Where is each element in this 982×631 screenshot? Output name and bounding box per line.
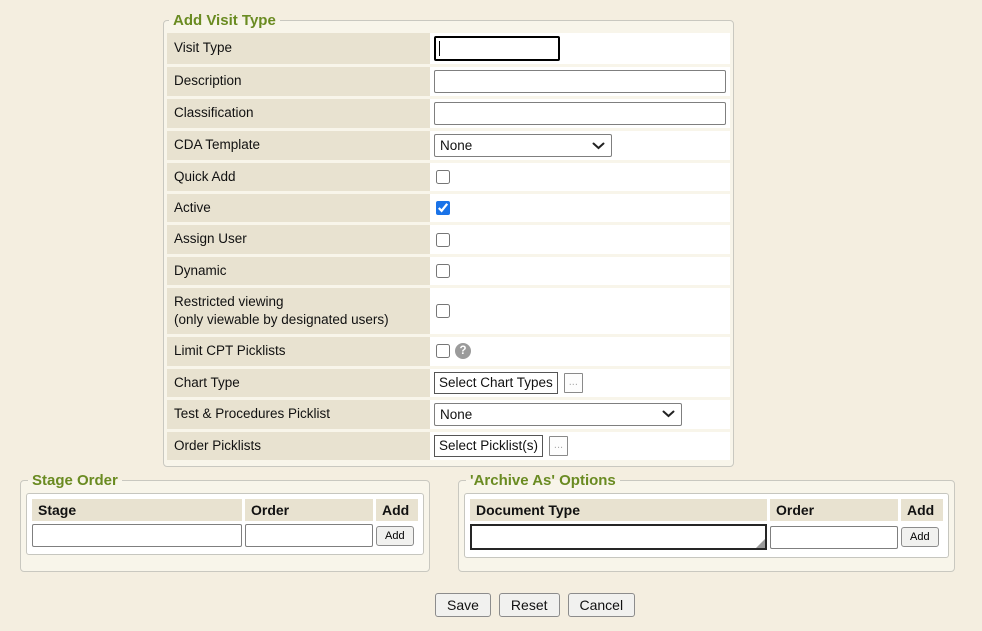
test-procedures-selected-value: None (440, 407, 472, 422)
description-cell (430, 67, 730, 96)
restricted-viewing-checkbox[interactable] (436, 304, 450, 318)
quick-add-cell (430, 163, 730, 191)
limit-cpt-label: Limit CPT Picklists (167, 337, 430, 365)
quick-add-label: Quick Add (167, 163, 430, 191)
restricted-viewing-label-line2: (only viewable by designated users) (174, 311, 426, 329)
chevron-down-icon (662, 410, 675, 418)
archive-order-input[interactable] (770, 526, 898, 549)
archive-add-button[interactable]: Add (901, 527, 939, 547)
row-description: Description (167, 67, 730, 96)
cda-template-select[interactable]: None (434, 134, 612, 157)
classification-cell (430, 99, 730, 128)
row-cda-template: CDA Template None (167, 131, 730, 160)
stage-input[interactable] (32, 524, 242, 547)
row-chart-type: Chart Type Select Chart Types ... (167, 369, 730, 397)
dynamic-cell (430, 257, 730, 285)
archive-as-input-row: Add (470, 524, 943, 550)
restricted-viewing-label: Restricted viewing (only viewable by des… (167, 288, 430, 334)
active-label: Active (167, 194, 430, 222)
document-type-column-header: Document Type (470, 499, 767, 521)
description-label: Description (167, 67, 430, 96)
test-procedures-select[interactable]: None (434, 403, 682, 426)
dynamic-checkbox[interactable] (436, 264, 450, 278)
cda-template-cell: None (430, 131, 730, 160)
resize-grip-icon (756, 539, 765, 548)
assign-user-label: Assign User (167, 225, 430, 253)
classification-label: Classification (167, 99, 430, 128)
stage-order-legend: Stage Order (28, 472, 122, 489)
row-restricted-viewing: Restricted viewing (only viewable by des… (167, 288, 730, 334)
dynamic-label: Dynamic (167, 257, 430, 285)
row-classification: Classification (167, 99, 730, 128)
add-visit-type-section: Add Visit Type Visit Type Description Cl… (163, 12, 734, 467)
text-caret (439, 41, 440, 56)
chart-type-cell: Select Chart Types ... (430, 369, 730, 397)
archive-as-panel: Document Type Order Add Add (464, 493, 949, 558)
stage-order-input-row: Add (32, 524, 418, 547)
stage-order-header-row: Stage Order Add (32, 499, 418, 521)
row-quick-add: Quick Add (167, 163, 730, 191)
row-dynamic: Dynamic (167, 257, 730, 285)
quick-add-checkbox[interactable] (436, 170, 450, 184)
order-column-header: Order (245, 499, 373, 521)
active-checkbox[interactable] (436, 201, 450, 215)
row-limit-cpt-picklists: Limit CPT Picklists ? (167, 337, 730, 365)
restricted-viewing-cell (430, 288, 730, 334)
page: Add Visit Type Visit Type Description Cl… (0, 0, 982, 631)
limit-cpt-checkbox[interactable] (436, 344, 450, 358)
visit-type-cell (430, 33, 730, 64)
order-picklists-display: Select Picklist(s) (434, 435, 543, 457)
cda-template-label: CDA Template (167, 131, 430, 160)
archive-as-header-row: Document Type Order Add (470, 499, 943, 521)
stage-order-panel: Stage Order Add Add (26, 493, 424, 555)
add-visit-type-legend: Add Visit Type (169, 12, 280, 29)
chart-type-picker-button[interactable]: ... (564, 373, 583, 393)
order-picklists-picker-button[interactable]: ... (549, 436, 568, 456)
cda-template-selected-value: None (440, 138, 472, 153)
visit-type-input[interactable] (434, 36, 560, 61)
restricted-viewing-label-line1: Restricted viewing (174, 293, 426, 311)
form-actions: Save Reset Cancel (435, 593, 635, 617)
row-order-picklists: Order Picklists Select Picklist(s) ... (167, 432, 730, 460)
order-column-header: Order (770, 499, 898, 521)
row-visit-type: Visit Type (167, 33, 730, 64)
classification-input[interactable] (434, 102, 726, 125)
archive-as-legend: 'Archive As' Options (466, 472, 620, 489)
question-mark-icon[interactable]: ? (455, 343, 471, 359)
chevron-down-icon (592, 142, 605, 150)
row-test-procedures-picklist: Test & Procedures Picklist None (167, 400, 730, 429)
active-cell (430, 194, 730, 222)
stage-order-section: Stage Order Stage Order Add Add (20, 472, 430, 572)
order-picklists-label: Order Picklists (167, 432, 430, 460)
add-column-header: Add (376, 499, 418, 521)
row-active: Active (167, 194, 730, 222)
save-button[interactable]: Save (435, 593, 491, 617)
cancel-button[interactable]: Cancel (568, 593, 636, 617)
stage-column-header: Stage (32, 499, 242, 521)
description-input[interactable] (434, 70, 726, 93)
add-column-header: Add (901, 499, 943, 521)
stage-order-input[interactable] (245, 524, 373, 547)
archive-as-options-section: 'Archive As' Options Document Type Order… (458, 472, 955, 572)
test-procedures-cell: None (430, 400, 730, 429)
stage-add-button[interactable]: Add (376, 526, 414, 546)
chart-type-label: Chart Type (167, 369, 430, 397)
limit-cpt-cell: ? (430, 337, 730, 365)
order-picklists-cell: Select Picklist(s) ... (430, 432, 730, 460)
assign-user-cell (430, 225, 730, 253)
visit-type-label: Visit Type (167, 33, 430, 64)
test-procedures-label: Test & Procedures Picklist (167, 400, 430, 429)
chart-type-display: Select Chart Types (434, 372, 558, 394)
reset-button[interactable]: Reset (499, 593, 560, 617)
document-type-combobox[interactable] (470, 524, 767, 550)
row-assign-user: Assign User (167, 225, 730, 253)
assign-user-checkbox[interactable] (436, 233, 450, 247)
